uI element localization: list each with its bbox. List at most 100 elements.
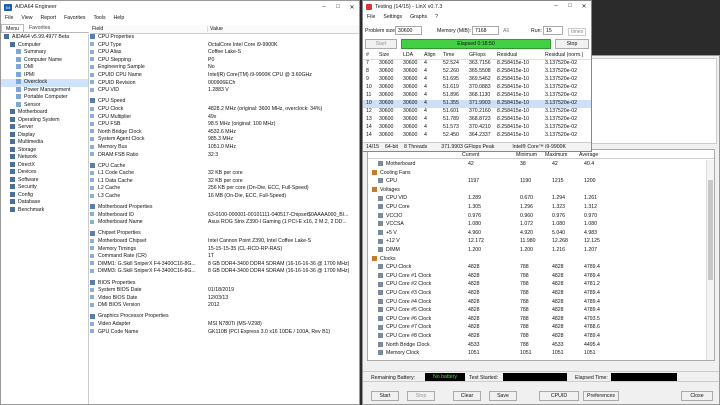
- sensor-row[interactable]: CPU Core #2 Clock 4828 788 4828 4781.2: [368, 280, 714, 289]
- property-row[interactable]: North Bridge Clock 4532.6 MHz: [90, 129, 359, 137]
- linx-stop-button[interactable]: Stop: [555, 39, 589, 49]
- preferences-button[interactable]: Preferences: [583, 391, 619, 401]
- sensor-row[interactable]: CPU VID 1.289 0.670 1.294 1.261: [368, 194, 714, 203]
- tree-item[interactable]: Portable Computer: [1, 94, 88, 102]
- property-row[interactable]: DIMM1: G.Skill SniperX F4-3400C16-8G... 8…: [90, 261, 359, 269]
- clear-button[interactable]: Clear: [453, 391, 481, 401]
- sensor-row[interactable]: CPU Clock 4828 788 4828 4789.4: [368, 263, 714, 272]
- property-row[interactable]: L2 Cache 256 KB per core (On-Die, ECC, Fu…: [90, 185, 359, 193]
- tree-item[interactable]: Computer Name: [1, 57, 88, 65]
- property-row[interactable]: CPU Type OctalCore Intel Core i9-9900K: [90, 42, 359, 50]
- linx-menu-graphs[interactable]: Graphs: [410, 14, 427, 20]
- linx-col-header[interactable]: Residual: [497, 52, 517, 60]
- tree-item[interactable]: Multimedia: [1, 139, 88, 147]
- tree-item[interactable]: Network: [1, 154, 88, 162]
- close-button[interactable]: Close: [681, 391, 713, 401]
- maximize-icon[interactable]: □: [331, 4, 345, 11]
- sensor-row[interactable]: +5 V 4.960 4.920 5.040 4.983: [368, 229, 714, 238]
- property-row[interactable]: Motherboard ID 63-0100-000001-00101111-04…: [90, 212, 359, 220]
- tree-item[interactable]: Sensor: [1, 102, 88, 110]
- property-row[interactable]: Motherboard Chipset Intel Cannon Point Z3…: [90, 238, 359, 246]
- property-row[interactable]: Engineering Sample No: [90, 64, 359, 72]
- sensor-row[interactable]: Memory Clock 1051 1051 1051 1051: [368, 349, 714, 358]
- tree-item[interactable]: Overclock: [1, 79, 88, 87]
- linx-result-row[interactable]: 10 30600 30600 4 51.355 371.9903 8.258415e-10 3…: [363, 100, 591, 108]
- menu-favorites[interactable]: Favorites: [64, 15, 85, 21]
- sensor-row[interactable]: CPU Core #1 Clock 4828 788 4828 4789.4: [368, 272, 714, 281]
- sensor-row[interactable]: CPU 1197 1190 1215 1200: [368, 177, 714, 186]
- sensor-row[interactable]: +12 V 12.172 11.980 12.268 12.125: [368, 237, 714, 246]
- tree-item[interactable]: IPMI: [1, 72, 88, 80]
- start-button[interactable]: Start: [371, 391, 399, 401]
- sensor-row[interactable]: CPU Core 1.305 1.296 1.323 1.312: [368, 203, 714, 212]
- linx-col-header[interactable]: GFlops: [469, 52, 486, 60]
- menu-tools[interactable]: Tools: [93, 15, 105, 21]
- property-row[interactable]: CPUID CPU Name Intel(R) Core(TM) i9-9900K…: [90, 72, 359, 80]
- linx-menu-help[interactable]: ?: [435, 14, 438, 20]
- sensor-row[interactable]: DIMM 1.200 1.200 1.216 1.207: [368, 246, 714, 255]
- tree-item[interactable]: Motherboard: [1, 109, 88, 117]
- property-row[interactable]: L1 Code Cache 32 KB per core: [90, 170, 359, 178]
- memory-input[interactable]: 7168: [472, 26, 499, 35]
- col-current[interactable]: Current: [462, 152, 479, 158]
- property-row[interactable]: L1 Data Cache 32 KB per core: [90, 178, 359, 186]
- all-checkbox-label[interactable]: All: [503, 28, 509, 34]
- linx-result-row[interactable]: 12 30600 30600 4 51.601 370.2160 8.258415e-10 3…: [363, 108, 591, 116]
- property-row[interactable]: Command Rate (CR) 1T: [90, 253, 359, 261]
- property-row[interactable]: CPU FSB 98.5 MHz (original: 100 MHz): [90, 121, 359, 129]
- runs-input[interactable]: 15: [543, 26, 563, 35]
- sensor-scrollbar[interactable]: [706, 160, 714, 360]
- linx-result-row[interactable]: 10 30600 30600 4 51.619 370.0883 8.258415e-10 3…: [363, 84, 591, 92]
- linx-result-row[interactable]: 9 30600 30600 4 51.695 369.5462 8.258415e-10 3.…: [363, 76, 591, 84]
- linx-menu-file[interactable]: File: [367, 14, 375, 20]
- linx-result-row[interactable]: 11 30600 30600 4 51.896 368.1130 8.258415e-10 3…: [363, 92, 591, 100]
- linx-col-header[interactable]: Residual (norm.): [545, 52, 583, 60]
- property-row[interactable]: CPU Clock 4828.2 MHz (original: 3600 MHz,…: [90, 106, 359, 114]
- tree-item[interactable]: Devices: [1, 169, 88, 177]
- sensor-row[interactable]: CPU Core #6 Clock 4828 788 4828 4793.5: [368, 315, 714, 324]
- col-maximum[interactable]: Maximum: [545, 152, 567, 158]
- header-field[interactable]: Field: [92, 26, 103, 32]
- tree-item[interactable]: Display: [1, 132, 88, 140]
- tree-item[interactable]: Config: [1, 192, 88, 200]
- scrollbar-thumb[interactable]: [708, 180, 713, 280]
- property-row[interactable]: CPU Alias Coffee Lake-S: [90, 49, 359, 57]
- property-row[interactable]: CPU Multiplier 49x: [90, 114, 359, 122]
- property-row[interactable]: Memory Bus 1051.0 MHz: [90, 144, 359, 152]
- property-row[interactable]: CPU VID 1.2883 V: [90, 87, 359, 95]
- linx-result-row[interactable]: 14 30600 30600 4 52.450 364.2337 8.258415e-10 3…: [363, 132, 591, 140]
- linx-result-row[interactable]: 14 30600 30600 4 51.573 370.4210 8.258415e-10 3…: [363, 124, 591, 132]
- linx-result-row[interactable]: 8 30600 30600 4 52.260 365.5508 8.258415e-10 3.…: [363, 68, 591, 76]
- property-row[interactable]: Motherboard Name Asus ROG Strix Z390-I Ga…: [90, 219, 359, 227]
- linx-col-header[interactable]: LDA: [403, 52, 413, 60]
- linx-menu-settings[interactable]: Settings: [383, 14, 402, 20]
- linx-start-button[interactable]: Start: [365, 39, 397, 49]
- tree-item[interactable]: DirectX: [1, 162, 88, 170]
- tree-item[interactable]: Server: [1, 124, 88, 132]
- tab-menu[interactable]: Menu: [1, 24, 24, 32]
- property-row[interactable]: System BIOS Date 01/18/2019: [90, 287, 359, 295]
- tree-item[interactable]: Security: [1, 184, 88, 192]
- linx-result-row[interactable]: 7 30600 30600 4 52.524 363.7156 8.258415e-10 3.…: [363, 60, 591, 68]
- property-row[interactable]: GPU Code Name GK110B (PCI Express 3.0 x16…: [90, 329, 359, 337]
- col-average[interactable]: Average: [579, 152, 598, 158]
- linx-minimize-icon[interactable]: –: [549, 3, 563, 10]
- cpuid-button[interactable]: CPUID: [539, 391, 579, 401]
- property-row[interactable]: DRAM:FSB Ratio 32:3: [90, 152, 359, 160]
- linx-close-icon[interactable]: ✕: [577, 3, 591, 10]
- tree-item[interactable]: DMI: [1, 64, 88, 72]
- sensor-row[interactable]: VCCSA 1.080 1.072 1.080 1.080: [368, 220, 714, 229]
- property-row[interactable]: DMI BIOS Version 2012: [90, 302, 359, 310]
- sensor-row[interactable]: CPU Core #5 Clock 4828 788 4828 4789.4: [368, 306, 714, 315]
- linx-col-header[interactable]: Align: [424, 52, 436, 60]
- save-button[interactable]: Save: [489, 391, 517, 401]
- property-row[interactable]: CPU Stepping P0: [90, 57, 359, 65]
- menu-help[interactable]: Help: [114, 15, 125, 21]
- property-row[interactable]: Video Adapter MSI N780Ti (MS-V298): [90, 321, 359, 329]
- tree-item[interactable]: Operating System: [1, 117, 88, 125]
- sensor-row[interactable]: CPU Core #3 Clock 4828 788 4828 4789.4: [368, 289, 714, 298]
- property-row[interactable]: System Agent Clock 985.3 MHz: [90, 136, 359, 144]
- tree-item[interactable]: Software: [1, 177, 88, 185]
- linx-col-header[interactable]: #: [366, 52, 369, 60]
- sensor-row[interactable]: Motherboard 42 38 42 40.4: [368, 160, 714, 169]
